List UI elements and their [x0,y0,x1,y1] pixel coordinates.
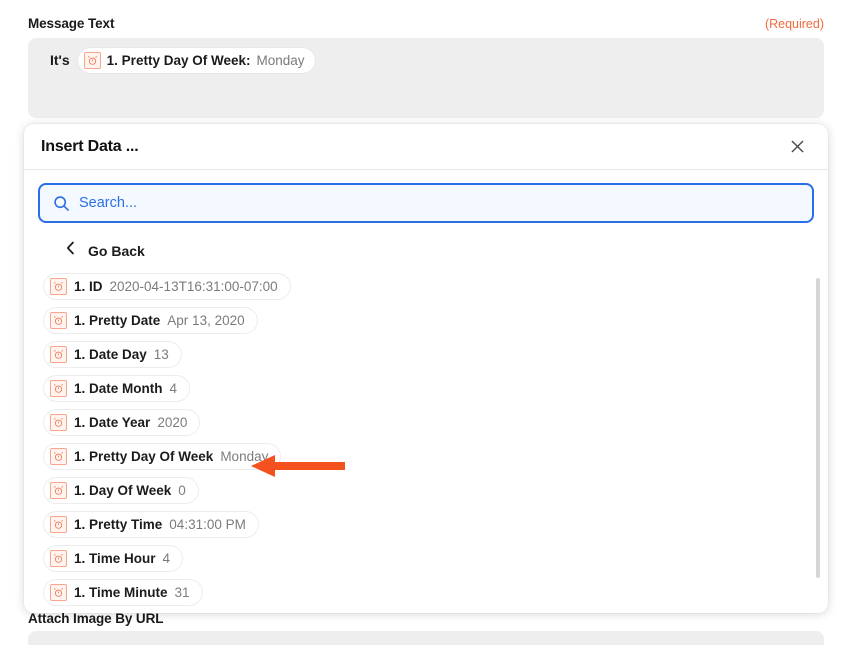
alarm-clock-icon [50,380,67,397]
list-item-value: 4 [169,381,178,396]
alarm-clock-icon [50,414,67,431]
list-item-label: 1. Date Year [74,415,151,430]
list-item-value: 4 [162,551,171,566]
modal-header: Insert Data ... [24,124,828,170]
insert-data-modal: Insert Data ... Search... Go Back 1. ID … [24,124,828,613]
close-icon[interactable] [784,134,810,160]
list-item-label: 1. Time Hour [74,551,156,566]
alarm-clock-icon [50,278,67,295]
token-label: 1. Pretty Day Of Week: [106,52,251,68]
alarm-clock-icon [83,51,101,69]
message-token-pill[interactable]: 1. Pretty Day Of Week: Monday [77,47,315,73]
message-static-text: It's [50,52,70,68]
page-title: Message Text [28,16,115,31]
insert-data-list-inner: 1. ID 2020-04-13T16:31:00-07:00 1. Pretty … [24,274,828,605]
attach-image-by-url-label: Attach Image By URL [28,611,164,626]
list-item-value: 31 [174,585,190,600]
alarm-clock-icon [50,584,67,601]
list-item[interactable]: 1. Pretty Day Of Week Monday [44,444,281,469]
alarm-clock-icon [50,346,67,363]
list-item-value: Apr 13, 2020 [167,313,245,328]
list-item-value: 0 [178,483,186,498]
list-item[interactable]: 1. Date Year 2020 [44,410,200,435]
list-item-label: 1. Pretty Date [74,313,161,328]
required-badge: (Required) [764,17,824,31]
search-icon [53,195,70,212]
message-text-input[interactable]: It's 1. Pretty Day Of Week: Monday [28,38,824,118]
alarm-clock-icon [50,482,67,499]
message-content-line: It's 1. Pretty Day Of Week: Monday [40,47,812,73]
attach-image-by-url-input[interactable] [28,631,824,645]
alarm-clock-icon [50,516,67,533]
modal-title: Insert Data ... [41,137,139,155]
list-item[interactable]: 1. Time Hour 4 [44,546,183,571]
list-item-value: Monday [220,449,269,464]
list-item-value: 2020-04-13T16:31:00-07:00 [109,279,278,294]
go-back-label: Go Back [88,242,145,259]
list-item-label: 1. Date Day [74,347,147,362]
token-value: Monday [256,52,305,68]
screen-root: Message Text (Required) It's 1. Pretty D… [0,0,852,645]
list-item-label: 1. Pretty Time [74,517,163,532]
list-item-value: 2020 [157,415,188,430]
alarm-clock-icon [50,448,67,465]
list-item[interactable]: 1. Day Of Week 0 [44,478,198,503]
list-item[interactable]: 1. Time Minute 31 [44,580,202,605]
go-back-button[interactable]: Go Back [24,233,828,268]
list-item[interactable]: 1. Pretty Date Apr 13, 2020 [44,308,257,333]
list-item-label: 1. Time Minute [74,585,168,600]
search-placeholder: Search... [79,195,138,211]
list-scrollbar-thumb[interactable] [816,278,820,578]
list-item-label: 1. Day Of Week [74,483,172,498]
chevron-left-icon [66,241,75,260]
insert-data-list: 1. ID 2020-04-13T16:31:00-07:00 1. Pretty … [24,268,828,613]
list-scrollbar[interactable] [816,276,820,605]
list-item[interactable]: 1. Date Month 4 [44,376,190,401]
alarm-clock-icon [50,312,67,329]
list-item[interactable]: 1. Pretty Time 04:31:00 PM [44,512,258,537]
alarm-clock-icon [50,550,67,567]
search-input[interactable]: Search... [38,183,814,223]
list-item[interactable]: 1. Date Day 13 [44,342,181,367]
search-section: Search... [24,170,828,233]
message-text-field-header: Message Text (Required) [28,16,824,31]
list-item-value: 04:31:00 PM [169,517,246,532]
list-item-label: 1. ID [74,279,103,294]
list-item[interactable]: 1. ID 2020-04-13T16:31:00-07:00 [44,274,290,299]
list-item-label: 1. Date Month [74,381,163,396]
list-item-value: 13 [153,347,169,362]
list-item-label: 1. Pretty Day Of Week [74,449,214,464]
